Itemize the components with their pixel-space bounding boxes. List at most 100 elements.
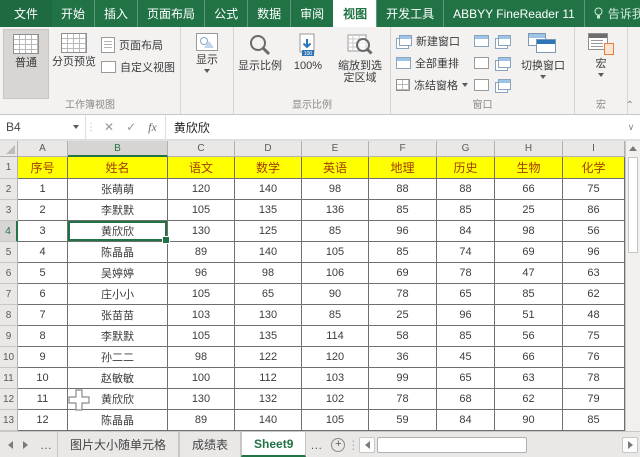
cell-C13[interactable]: 89 <box>168 410 235 431</box>
cell-I2[interactable]: 75 <box>563 179 625 200</box>
cell-I6[interactable]: 63 <box>563 263 625 284</box>
cell-A12[interactable]: 11 <box>18 389 68 410</box>
cell-G9[interactable]: 85 <box>437 326 495 347</box>
split-button[interactable] <box>472 32 491 50</box>
ribbon-tab-插入[interactable]: 插入 <box>94 0 137 27</box>
cell-A7[interactable]: 6 <box>18 284 68 305</box>
scroll-right-button[interactable] <box>622 437 638 453</box>
ribbon-tab-数据[interactable]: 数据 <box>247 0 290 27</box>
cell-G12[interactable]: 68 <box>437 389 495 410</box>
cell-A6[interactable]: 5 <box>18 263 68 284</box>
row-header-13[interactable]: 13 <box>0 410 18 431</box>
cell-F5[interactable]: 85 <box>369 242 437 263</box>
column-header-C[interactable]: C <box>168 141 235 157</box>
cell-G13[interactable]: 84 <box>437 410 495 431</box>
cell-E3[interactable]: 136 <box>302 200 369 221</box>
cell-C2[interactable]: 120 <box>168 179 235 200</box>
hide-button[interactable] <box>472 54 491 72</box>
cell-E5[interactable]: 105 <box>302 242 369 263</box>
horizontal-scroll-thumb[interactable] <box>377 437 527 453</box>
cell-I13[interactable]: 85 <box>563 410 625 431</box>
column-header-B[interactable]: B <box>68 141 168 157</box>
cell-D7[interactable]: 65 <box>235 284 302 305</box>
show-button[interactable]: 显示 <box>184 29 230 99</box>
cell-I5[interactable]: 96 <box>563 242 625 263</box>
cell-A8[interactable]: 7 <box>18 305 68 326</box>
cell-D3[interactable]: 135 <box>235 200 302 221</box>
sheet-tab-成绩表[interactable]: 成绩表 <box>179 432 241 457</box>
cell-B13[interactable]: 陈晶晶 <box>68 410 168 431</box>
vertical-scroll-thumb[interactable] <box>628 157 638 253</box>
cell-B2[interactable]: 张萌萌 <box>68 179 168 200</box>
cell-B11[interactable]: 赵敏敏 <box>68 368 168 389</box>
switch-windows-button[interactable]: 切换窗口 <box>515 29 571 99</box>
cell-H4[interactable]: 98 <box>495 221 563 242</box>
synchronous-scrolling-button[interactable] <box>493 54 513 72</box>
cell-A13[interactable]: 12 <box>18 410 68 431</box>
ribbon-tab-ABBYY FineReader 11[interactable]: ABBYY FineReader 11 <box>443 0 584 27</box>
page-break-preview-button[interactable]: 分页预览 <box>51 29 97 99</box>
tell-me-box[interactable]: 告诉我... <box>584 0 640 27</box>
insert-function-button[interactable]: fx <box>148 120 157 135</box>
cell-C11[interactable]: 100 <box>168 368 235 389</box>
cell-H13[interactable]: 90 <box>495 410 563 431</box>
cell-A2[interactable]: 1 <box>18 179 68 200</box>
horizontal-scrollbar[interactable] <box>357 432 640 457</box>
expand-formula-bar-icon[interactable]: ∨ <box>622 115 640 139</box>
cell-D4[interactable]: 125 <box>235 221 302 242</box>
cell-E2[interactable]: 98 <box>302 179 369 200</box>
cell-H8[interactable]: 51 <box>495 305 563 326</box>
column-header-I[interactable]: I <box>563 141 625 157</box>
cell-E7[interactable]: 90 <box>302 284 369 305</box>
ribbon-tab-公式[interactable]: 公式 <box>204 0 247 27</box>
custom-views-button[interactable]: 自定义视图 <box>99 58 177 76</box>
cell-D9[interactable]: 135 <box>235 326 302 347</box>
macros-button[interactable]: 宏 <box>578 29 624 99</box>
reset-window-position-button[interactable] <box>493 76 513 94</box>
cell-E12[interactable]: 102 <box>302 389 369 410</box>
scroll-left-button[interactable] <box>359 437 375 453</box>
row-header-5[interactable]: 5 <box>0 242 18 263</box>
enter-button[interactable]: ✓ <box>126 120 136 134</box>
cell-H5[interactable]: 69 <box>495 242 563 263</box>
cell-F12[interactable]: 78 <box>369 389 437 410</box>
column-header-G[interactable]: G <box>437 141 495 157</box>
cell-I10[interactable]: 76 <box>563 347 625 368</box>
cell-A11[interactable]: 10 <box>18 368 68 389</box>
cell-H1[interactable]: 生物 <box>495 157 563 179</box>
ribbon-tab-视图[interactable]: 视图 <box>333 0 376 27</box>
cell-C4[interactable]: 130 <box>168 221 235 242</box>
cell-C10[interactable]: 98 <box>168 347 235 368</box>
cell-D5[interactable]: 140 <box>235 242 302 263</box>
cell-B3[interactable]: 李默默 <box>68 200 168 221</box>
row-header-4[interactable]: 4 <box>0 221 18 242</box>
ribbon-tab-开始[interactable]: 开始 <box>52 0 94 27</box>
cell-A10[interactable]: 9 <box>18 347 68 368</box>
cell-E4[interactable]: 85 <box>302 221 369 242</box>
row-header-1[interactable]: 1 <box>0 157 18 179</box>
cell-H3[interactable]: 25 <box>495 200 563 221</box>
sheet-tab-图片大小随单元格[interactable]: 图片大小随单元格 <box>57 432 179 457</box>
cell-F13[interactable]: 59 <box>369 410 437 431</box>
row-header-10[interactable]: 10 <box>0 347 18 368</box>
cell-D11[interactable]: 112 <box>235 368 302 389</box>
cell-D1[interactable]: 数学 <box>235 157 302 179</box>
cell-G11[interactable]: 65 <box>437 368 495 389</box>
page-layout-view-button[interactable]: 页面布局 <box>99 36 177 54</box>
cell-B4[interactable]: 黄欣欣 <box>68 221 168 242</box>
zoom-to-selection-button[interactable]: 缩放到选定区域 <box>333 29 387 99</box>
cell-B12[interactable]: 黄欣欣 <box>68 389 168 410</box>
column-header-F[interactable]: F <box>369 141 437 157</box>
cell-A5[interactable]: 4 <box>18 242 68 263</box>
normal-view-button[interactable]: 普通 <box>3 29 49 99</box>
cell-H9[interactable]: 56 <box>495 326 563 347</box>
cell-I1[interactable]: 化学 <box>563 157 625 179</box>
cell-E1[interactable]: 英语 <box>302 157 369 179</box>
cell-G1[interactable]: 历史 <box>437 157 495 179</box>
cell-C3[interactable]: 105 <box>168 200 235 221</box>
cell-B1[interactable]: 姓名 <box>68 157 168 179</box>
cell-I3[interactable]: 86 <box>563 200 625 221</box>
cell-F8[interactable]: 25 <box>369 305 437 326</box>
cell-A4[interactable]: 3 <box>18 221 68 242</box>
cell-A9[interactable]: 8 <box>18 326 68 347</box>
